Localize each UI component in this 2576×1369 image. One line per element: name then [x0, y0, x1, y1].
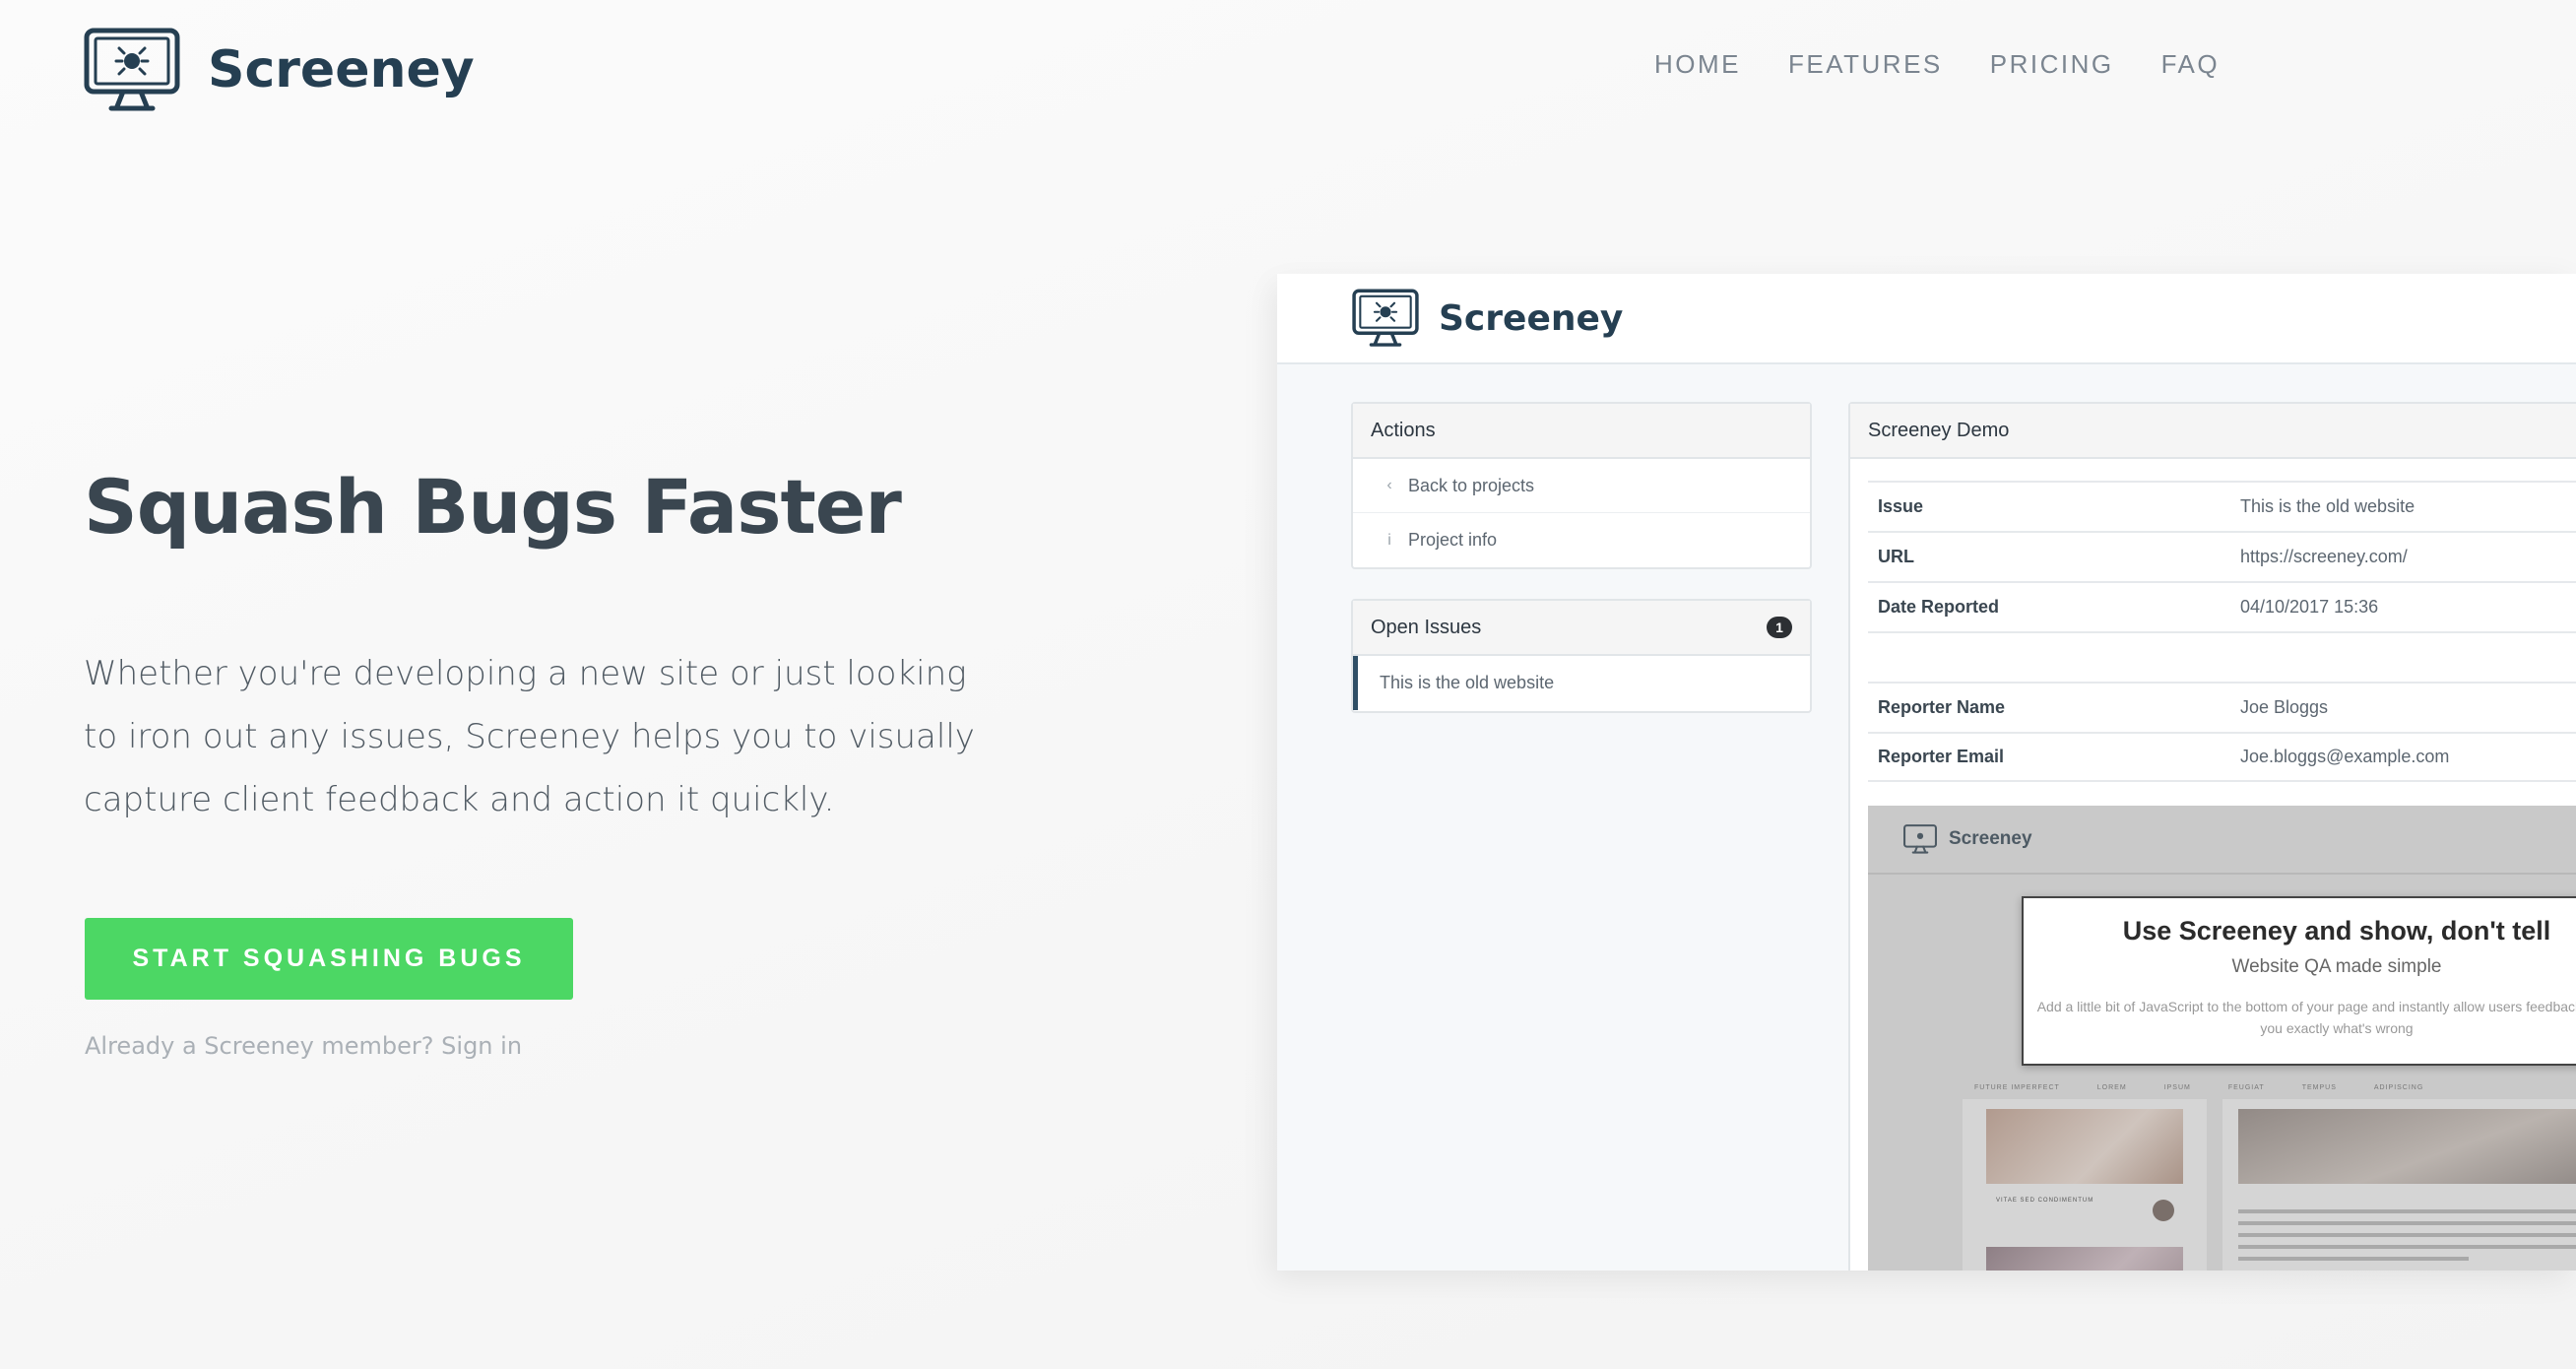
table-row: Reporter Name Joe Bloggs	[1868, 682, 2576, 732]
info-icon: i	[1387, 531, 1391, 549]
nav-home[interactable]: HOME	[1654, 49, 1741, 80]
screenshot-image	[1986, 1247, 2183, 1271]
table-row: Date Reported 04/10/2017 15:36	[1868, 581, 2576, 631]
screenshot-highlight-box: Use Screeney and show, don't tell Websit…	[2022, 896, 2576, 1066]
screenshot-nav-item: LOREM	[2096, 1084, 2127, 1091]
issue-detail-table: Issue This is the old website URL https:…	[1868, 481, 2576, 782]
screenshot-image	[2238, 1109, 2576, 1184]
issue-list-item[interactable]: This is the old website	[1353, 656, 1810, 710]
action-label: Project info	[1408, 530, 1498, 550]
hero-description: Whether you're developing a new site or …	[84, 654, 975, 819]
sign-in-link[interactable]: Already a Screeney member? Sign in	[85, 1032, 522, 1060]
actions-title: Actions	[1353, 404, 1810, 459]
project-info-link[interactable]: i Project info	[1353, 513, 1810, 567]
screenshot-header: Screeney	[1868, 806, 2576, 875]
screenshot-nav-item: ADIPISCING	[2373, 1084, 2424, 1091]
open-issues-header: Open Issues 1	[1353, 601, 1810, 656]
nav-features[interactable]: FEATURES	[1788, 49, 1943, 80]
chevron-left-icon: ‹	[1386, 477, 1392, 493]
table-row: Issue This is the old website	[1868, 481, 2576, 531]
row-value: Joe.bloggs@example.com	[2240, 747, 2450, 766]
url-link[interactable]: https://screeney.com/	[2240, 547, 2408, 567]
screenshot-text-lines	[2238, 1209, 2576, 1269]
screenshot-nav: FUTURE IMPERFECT LOREM IPSUM FEUGIAT TEM…	[1974, 1084, 2461, 1091]
issue-count-badge: 1	[1767, 617, 1792, 638]
screenshot-nav-item: IPSUM	[2163, 1084, 2191, 1091]
row-key: Date Reported	[1878, 597, 2000, 617]
back-to-projects-link[interactable]: ‹ Back to projects	[1353, 459, 1810, 513]
action-label: Back to projects	[1408, 475, 1535, 495]
row-key: URL	[1878, 547, 1914, 566]
row-value: 04/10/2017 15:36	[2240, 597, 2379, 617]
site-logo[interactable]: Screeney	[84, 28, 475, 112]
open-issues-card: Open Issues 1 This is the old website	[1351, 599, 1812, 713]
preview-header: Screeney	[1277, 274, 2576, 364]
issue-detail-title: Screeney Demo	[1850, 404, 2576, 459]
row-key: Issue	[1878, 496, 1924, 516]
monitor-bug-icon	[1903, 824, 1937, 854]
screenshot-headline: Use Screeney and show, don't tell	[2122, 916, 2551, 945]
screenshot-logo-text: Screeney	[1949, 828, 2032, 849]
row-key: Reporter Email	[1878, 747, 2005, 766]
screenshot-nav-item: FUTURE IMPERFECT	[1974, 1084, 2060, 1091]
table-row: URL https://screeney.com/	[1868, 531, 2576, 581]
screenshot-nav-item: FEUGIAT	[2227, 1084, 2265, 1091]
screenshot-image	[1986, 1109, 2183, 1184]
nav-pricing[interactable]: PRICING	[1990, 49, 2114, 80]
screenshot-nav-item: TEMPUS	[2301, 1084, 2337, 1091]
start-squashing-button[interactable]: START SQUASHING BUGS	[85, 918, 573, 1000]
screenshot-subheadline: Website QA made simple	[2231, 956, 2442, 977]
main-nav: HOME FEATURES PRICING FAQ	[1654, 49, 2267, 80]
actions-card: Actions ‹ Back to projects i Project inf…	[1351, 402, 1812, 569]
logo-text: Screeney	[208, 40, 475, 99]
hero-title: Squash Bugs Faster	[84, 463, 902, 551]
nav-faq[interactable]: FAQ	[2161, 49, 2221, 80]
table-row	[1868, 631, 2576, 682]
issue-detail-card: Screeney Demo Issue This is the old webs…	[1848, 402, 2576, 1271]
captured-screenshot[interactable]: Screeney Use Screeney and show, don't te…	[1868, 806, 2576, 1271]
table-row: Reporter Email Joe.bloggs@example.com	[1868, 732, 2576, 782]
screenshot-body: Add a little bit of JavaScript to the bo…	[2036, 999, 2576, 1036]
app-preview: Screeney Actions ‹ Back to projects i Pr…	[1277, 274, 2576, 1271]
row-value: Joe Bloggs	[2240, 697, 2329, 717]
screenshot-avatar	[2153, 1200, 2174, 1221]
open-issues-title: Open Issues	[1371, 616, 1482, 638]
row-key: Reporter Name	[1878, 697, 2006, 717]
preview-logo-text: Screeney	[1439, 297, 1624, 339]
monitor-bug-icon	[1352, 289, 1419, 347]
screenshot-post-title: VITAE SED CONDIMENTUM	[1996, 1198, 2094, 1204]
monitor-bug-icon	[84, 28, 180, 111]
row-value: This is the old website	[2240, 496, 2415, 516]
